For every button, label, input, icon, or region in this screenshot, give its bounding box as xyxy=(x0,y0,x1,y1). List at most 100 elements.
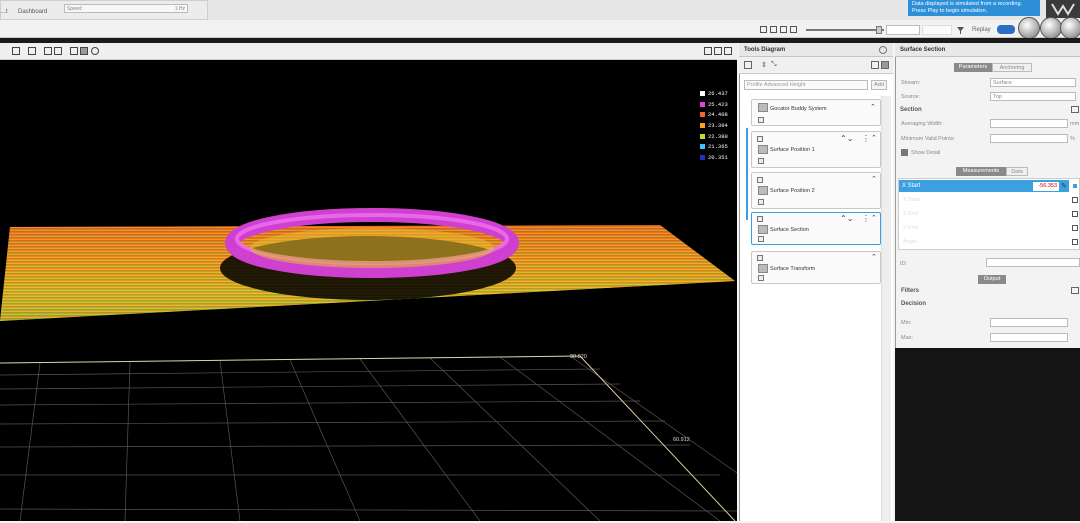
speed-control[interactable]: Speed: 1 Hz xyxy=(64,4,188,13)
3d-viewport[interactable] xyxy=(0,43,738,522)
delete-icon[interactable] xyxy=(790,26,797,33)
logo-icon xyxy=(1051,3,1075,16)
chevron-icon[interactable]: ⌃ xyxy=(871,175,877,183)
add-tool-button[interactable]: Add xyxy=(871,80,887,90)
more-icon[interactable]: ⋮ xyxy=(862,214,870,223)
tool-input-icon[interactable] xyxy=(757,136,763,142)
simulation-notice: Data displayed is simulated from a recor… xyxy=(908,0,1040,16)
download-icon[interactable] xyxy=(760,26,767,33)
measurement-name[interactable]: Angle xyxy=(903,239,917,245)
tool-card[interactable]: Surface Position 1 ⌃⌄ ⋮ ⌃ xyxy=(751,131,881,168)
expand-icon[interactable]: ⇕ xyxy=(761,61,767,69)
tools-scrollbar[interactable] xyxy=(881,96,891,521)
tool-input-icon[interactable] xyxy=(757,177,763,183)
tool-output-icon[interactable] xyxy=(758,158,764,164)
link-icon[interactable] xyxy=(704,47,712,55)
tool-output-icon[interactable] xyxy=(758,199,764,205)
chevron-icon[interactable]: ⌃ xyxy=(871,214,877,222)
source-select[interactable]: Top xyxy=(990,92,1076,101)
measurement-name[interactable]: Y End xyxy=(903,225,918,231)
averaging-width-label: Averaging Width: xyxy=(901,121,943,127)
filter-icon[interactable] xyxy=(957,27,964,34)
section-heading: Section xyxy=(900,107,922,113)
tab-output[interactable]: Output xyxy=(978,275,1006,284)
tool-card[interactable]: Surface Position 2 ⌃ xyxy=(751,172,881,209)
view-3d-icon[interactable] xyxy=(44,47,52,55)
tab-anchoring[interactable]: Anchoring xyxy=(992,63,1032,72)
tab-dashboard[interactable]: Dashboard xyxy=(18,9,47,15)
play-button[interactable] xyxy=(1040,17,1062,39)
tool-input-icon[interactable] xyxy=(757,255,763,261)
pan-icon[interactable] xyxy=(70,47,78,55)
surface-section-title: Surface Section xyxy=(900,47,946,53)
chevron-icon[interactable]: ⌃ xyxy=(871,253,877,261)
legend-entry: 24.408 xyxy=(700,109,728,120)
measurement-checkbox[interactable] xyxy=(1072,183,1078,189)
tool-input-icon[interactable] xyxy=(757,216,763,222)
max-input[interactable] xyxy=(990,333,1068,342)
tool-type-select[interactable]: Profile Advanced Height xyxy=(744,80,868,90)
tool-card[interactable]: Gocator Buddy System ⌃ xyxy=(751,99,881,126)
replay-toggle[interactable] xyxy=(997,25,1015,34)
tab-previous[interactable]: …t xyxy=(0,9,8,15)
layers-icon[interactable] xyxy=(724,47,732,55)
measurement-checkbox[interactable] xyxy=(1072,197,1078,203)
camera-icon[interactable] xyxy=(54,47,62,55)
view-2d-icon[interactable] xyxy=(28,47,36,55)
playback-slider-thumb[interactable] xyxy=(876,26,882,34)
tab-parameters[interactable]: Parameters xyxy=(954,63,992,72)
panel-icon[interactable] xyxy=(881,61,889,69)
axis-label-x: 90.820 xyxy=(570,354,587,360)
tab-measurements[interactable]: Measurements xyxy=(956,167,1006,176)
tool-input-icon[interactable] xyxy=(758,117,764,123)
filters-heading: Filters xyxy=(901,288,920,294)
stop-button[interactable] xyxy=(1060,17,1080,39)
collapse-all-icon[interactable]: ⤡ xyxy=(771,61,777,69)
legend-swatch xyxy=(700,144,705,150)
measurement-checkbox[interactable] xyxy=(1072,239,1078,245)
min-input[interactable] xyxy=(990,318,1068,327)
chevron-up-icon[interactable]: ⌃⌄ xyxy=(840,214,853,223)
show-detail-label: Show Detail xyxy=(911,150,941,156)
show-detail-checkbox[interactable] xyxy=(901,149,908,156)
fit-icon[interactable] xyxy=(714,47,722,55)
measurement-name[interactable]: X End xyxy=(903,211,918,217)
min-valid-points-label: Minimum Valid Points: xyxy=(901,136,955,142)
filters-menu-icon[interactable] xyxy=(1071,287,1079,294)
axis-label-y: 60.912 xyxy=(673,437,690,443)
list-view-icon[interactable] xyxy=(744,61,752,69)
frame-input[interactable] xyxy=(886,25,920,35)
tool-output-icon[interactable] xyxy=(758,275,764,281)
surface-icon xyxy=(758,225,768,234)
averaging-unit: mm xyxy=(1070,121,1080,127)
export-icon[interactable] xyxy=(780,26,787,33)
menu-icon[interactable] xyxy=(871,61,879,69)
chevron-icon[interactable]: ⌃ xyxy=(870,103,876,111)
upload-icon[interactable] xyxy=(770,26,777,33)
id-input[interactable] xyxy=(986,258,1080,267)
stream-select[interactable]: Surface xyxy=(990,78,1076,87)
chevron-icon[interactable]: ⌃ xyxy=(871,134,877,142)
grid-icon[interactable] xyxy=(12,47,20,55)
section-menu-icon[interactable] xyxy=(1071,106,1079,113)
zoom-icon[interactable] xyxy=(91,47,99,55)
min-valid-points-input[interactable] xyxy=(990,134,1068,143)
record-button[interactable] xyxy=(1018,17,1040,39)
measurement-name[interactable]: Y Start xyxy=(903,197,920,203)
id-label: ID: xyxy=(900,261,908,267)
tab-data[interactable]: Data xyxy=(1006,167,1028,176)
viewport-toolbar xyxy=(0,43,737,60)
tool-output-icon[interactable] xyxy=(758,236,764,242)
tool-card[interactable]: Surface Transform ⌃ xyxy=(751,251,881,284)
select-icon[interactable] xyxy=(80,47,88,55)
tool-card-selected[interactable]: Surface Section ⌃⌄ ⋮ ⌃ xyxy=(751,212,881,245)
settings-icon[interactable]: ✎ xyxy=(1061,182,1067,190)
chevron-up-icon[interactable]: ⌃⌄ xyxy=(840,134,853,143)
playback-slider[interactable] xyxy=(806,29,884,31)
measurement-checkbox[interactable] xyxy=(1072,211,1078,217)
more-icon[interactable]: ⋮ xyxy=(862,134,870,143)
averaging-width-input[interactable] xyxy=(990,119,1068,128)
measurement-checkbox[interactable] xyxy=(1072,225,1078,231)
tool-name: Surface Transform xyxy=(770,266,816,272)
collapse-icon[interactable] xyxy=(879,46,887,54)
